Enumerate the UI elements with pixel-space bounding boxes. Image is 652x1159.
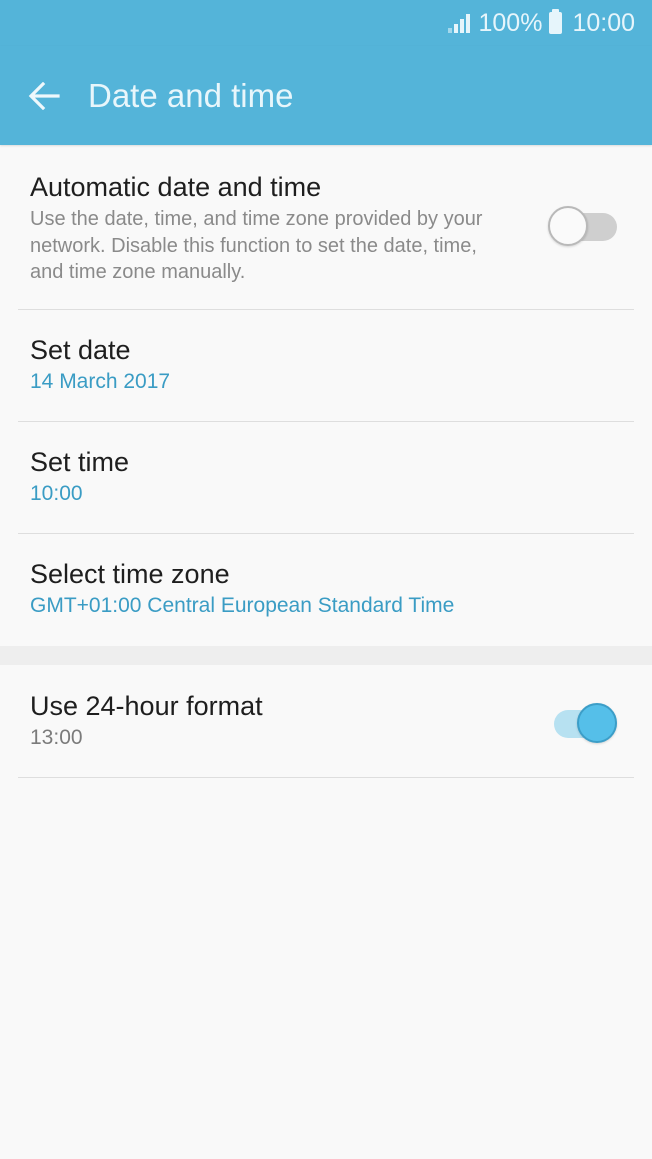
- back-arrow-icon: [28, 82, 60, 110]
- set-time-row[interactable]: Set time 10:00: [0, 422, 652, 533]
- screen: 100% 10:00 Date and time Automatic date …: [0, 0, 652, 1159]
- divider: [18, 777, 634, 778]
- set-date-row[interactable]: Set date 14 March 2017: [0, 310, 652, 421]
- 24-hour-format-example: 13:00: [30, 726, 83, 749]
- status-indicators: 100% 10:00: [446, 8, 635, 38]
- app-bar: Date and time: [0, 46, 652, 145]
- toggle-knob: [548, 206, 588, 246]
- back-button[interactable]: [20, 72, 68, 120]
- automatic-date-time-description: Use the date, time, and time zone provid…: [30, 208, 483, 283]
- 24-hour-format-toggle[interactable]: [550, 698, 618, 743]
- 24-hour-format-row[interactable]: Use 24-hour format 13:00: [0, 665, 652, 777]
- status-time: 10:00: [572, 8, 635, 37]
- settings-list: Automatic date and time Use the date, ti…: [0, 146, 652, 778]
- signal-icon: [446, 13, 471, 33]
- automatic-date-time-row[interactable]: Automatic date and time Use the date, ti…: [0, 146, 652, 309]
- 24-hour-format-title: Use 24-hour format: [30, 691, 263, 721]
- battery-icon: [549, 9, 563, 34]
- automatic-date-time-title: Automatic date and time: [30, 172, 322, 202]
- set-date-value: 14 March 2017: [30, 370, 171, 393]
- battery-percent: 100%: [478, 8, 543, 37]
- time-zone-row[interactable]: Select time zone GMT+01:00 Central Europ…: [0, 534, 652, 646]
- status-bar: 100% 10:00: [0, 0, 652, 46]
- time-zone-value: GMT+01:00 Central European Standard Time: [30, 594, 455, 617]
- section-divider: [0, 646, 652, 665]
- time-zone-title: Select time zone: [30, 559, 230, 589]
- page-title: Date and time: [88, 77, 294, 114]
- automatic-date-time-toggle[interactable]: [548, 201, 618, 246]
- toggle-knob: [577, 703, 617, 743]
- set-time-title: Set time: [30, 447, 130, 477]
- set-date-title: Set date: [30, 335, 131, 365]
- set-time-value: 10:00: [30, 482, 83, 505]
